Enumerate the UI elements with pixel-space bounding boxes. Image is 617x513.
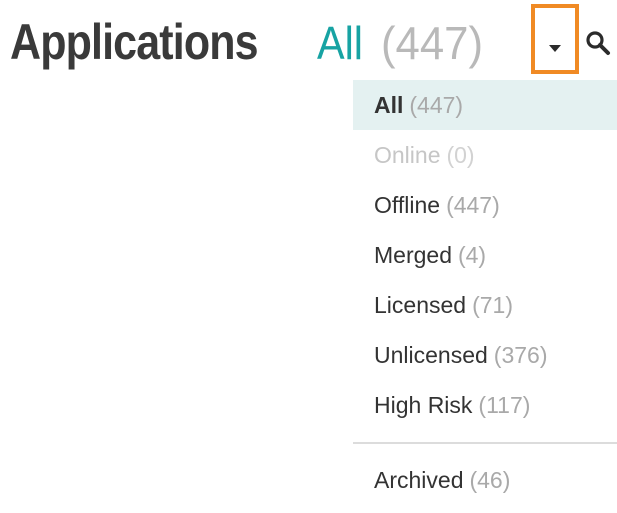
menu-item-label: Licensed [374, 291, 467, 318]
menu-item-high-risk[interactable]: High Risk (117) [353, 380, 617, 430]
filter-dropdown-menu: All (447) Online (0) Offline (447) Merge… [353, 80, 617, 505]
menu-item-label: Unlicensed [374, 341, 488, 368]
menu-item-licensed[interactable]: Licensed (71) [353, 280, 617, 330]
menu-item-count: (46) [469, 466, 511, 493]
menu-item-unlicensed[interactable]: Unlicensed (376) [353, 330, 617, 380]
current-filter-count: (447) [381, 17, 484, 69]
menu-item-label: Archived [374, 466, 464, 493]
menu-item-count: (117) [478, 391, 531, 418]
menu-item-label: High Risk [374, 391, 473, 418]
menu-item-online: Online (0) [353, 130, 617, 180]
search-icon[interactable] [584, 29, 612, 57]
menu-item-label: Offline [374, 191, 441, 218]
filter-dropdown-toggle[interactable] [531, 4, 579, 74]
menu-item-label: Online [374, 141, 441, 168]
menu-item-offline[interactable]: Offline (447) [353, 180, 617, 230]
menu-item-count: (447) [446, 191, 500, 218]
menu-item-all[interactable]: All (447) [353, 80, 617, 130]
menu-item-merged[interactable]: Merged (4) [353, 230, 617, 280]
menu-item-count: (447) [409, 91, 464, 118]
menu-item-count: (4) [457, 241, 487, 268]
menu-divider [353, 442, 617, 444]
menu-item-archived[interactable]: Archived (46) [353, 455, 617, 505]
menu-item-label: All [374, 91, 404, 118]
menu-item-label: Merged [374, 241, 452, 268]
page-header: Applications All (447) [10, 2, 488, 82]
current-filter-name: All [317, 17, 364, 69]
menu-item-count: (0) [446, 141, 475, 168]
caret-down-icon [549, 45, 561, 52]
menu-item-count: (71) [472, 291, 513, 318]
menu-item-count: (376) [493, 341, 548, 368]
page-title: Applications [10, 14, 259, 70]
